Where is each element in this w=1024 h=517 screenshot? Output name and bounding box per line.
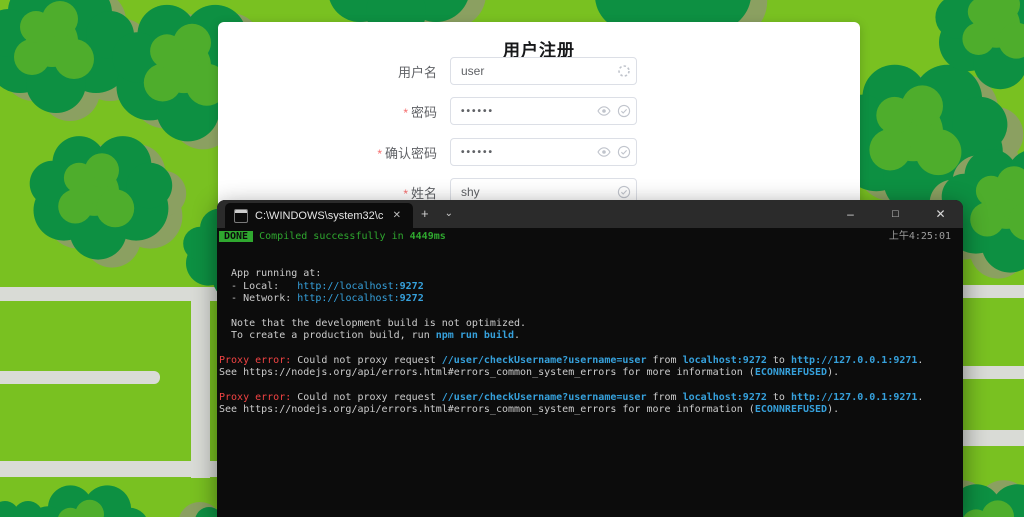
terminal-line: Proxy error: Could not proxy request //u…	[219, 354, 924, 366]
cmd-icon	[234, 208, 248, 223]
eye-icon[interactable]	[597, 104, 611, 118]
form-row-username: 用户名	[218, 57, 637, 85]
username-label: 用户名	[397, 64, 437, 80]
terminal-tab[interactable]: C:\WINDOWS\system32\cmd. ✕	[225, 203, 413, 228]
new-tab-button[interactable]: +	[413, 200, 437, 228]
check-circle-icon	[617, 185, 631, 199]
terminal-output[interactable]: DONE Compiled successfully in 4449ms 上午4:…	[217, 228, 963, 417]
terminal-line: Note that the development build is not o…	[219, 317, 527, 329]
terminal-titlebar[interactable]: C:\WINDOWS\system32\cmd. ✕ + ⌄ – □ ✕	[217, 200, 963, 228]
tab-close-icon[interactable]: ✕	[390, 209, 404, 222]
username-input[interactable]	[450, 57, 637, 85]
terminal-line: DONE Compiled successfully in 4449ms 上午4:…	[219, 231, 963, 243]
form-row-password: * 密码	[218, 97, 637, 125]
tab-dropdown-icon[interactable]: ⌄	[437, 200, 461, 228]
name-label: * 姓名	[403, 185, 437, 201]
maximize-button[interactable]: □	[873, 200, 918, 228]
check-circle-icon	[617, 145, 631, 159]
terminal-line: - Local: http://localhost:9272	[219, 280, 424, 292]
terminal-line: Proxy error: Could not proxy request //u…	[219, 392, 924, 404]
check-circle-icon	[617, 104, 631, 118]
registration-form-panel: 用户注册 用户名 *密码 *确认密码	[218, 22, 860, 217]
form-title: 用户注册	[503, 41, 575, 60]
loading-spinner-icon	[617, 64, 631, 78]
terminal-window: C:\WINDOWS\system32\cmd. ✕ + ⌄ – □ ✕ DON…	[217, 200, 963, 517]
terminal-line: See https://nodejs.org/api/errors.html#e…	[219, 404, 840, 416]
terminal-line: See https://nodejs.org/api/errors.html#e…	[219, 367, 840, 379]
confirm-password-label: * 确认密码	[377, 145, 437, 161]
window-controls: – □ ✕	[828, 200, 963, 228]
terminal-line: - Network: http://localhost:9272	[219, 292, 424, 304]
terminal-line: App running at:	[219, 268, 322, 280]
terminal-timestamp: 上午4:25:01	[888, 231, 951, 242]
tab-title: C:\WINDOWS\system32\cmd.	[255, 209, 383, 222]
terminal-line: To create a production build, run npm ru…	[219, 330, 521, 342]
form-row-confirm-password: * 确认密码	[218, 138, 637, 166]
minimize-button[interactable]: –	[828, 200, 873, 228]
close-button[interactable]: ✕	[918, 200, 963, 228]
password-label: * 密码	[403, 104, 437, 120]
eye-icon[interactable]	[597, 145, 611, 159]
desktop: 用户注册 用户名 *密码 *确认密码	[0, 0, 1024, 517]
